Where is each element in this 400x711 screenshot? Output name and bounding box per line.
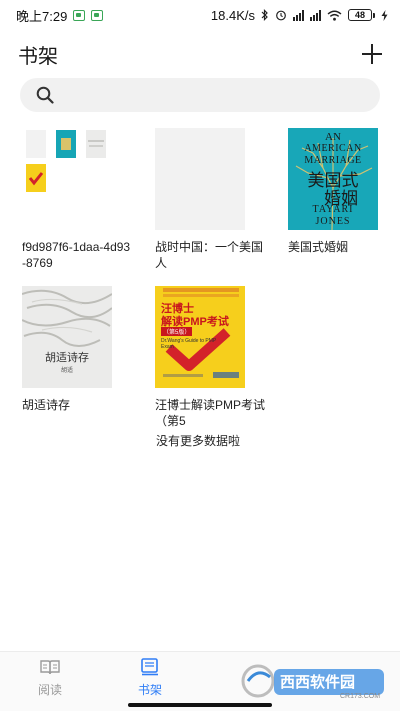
book-title: 战时中国：一个美国人 <box>155 240 264 270</box>
book-cover-american-marriage: AN AMERICAN MARRIAGE 美国式 婚姻 TAYARI JONES <box>288 128 378 230</box>
signal-icon <box>310 9 321 21</box>
wifi-icon <box>327 10 342 21</box>
battery-percent: 48 <box>354 10 365 20</box>
book-cover-poem: 胡适诗存 胡适 <box>22 286 112 388</box>
book-item[interactable]: 汪博士 解读PMP考试 （第5版） Dr.Wang's Guide to PMP… <box>155 286 265 429</box>
book-item[interactable]: 胡适诗存 胡适 胡适诗存 <box>22 286 114 413</box>
cover-subtitle: Dr.Wang's Guide to PMP Exam <box>161 338 217 350</box>
book-title: 胡适诗存 <box>22 398 71 412</box>
book-item[interactable]: 战时中国：一个美国人 <box>155 128 263 271</box>
home-indicator[interactable] <box>128 703 272 707</box>
tab-bookshelf[interactable]: 书架 <box>120 658 180 698</box>
page-title: 书架 <box>18 45 58 68</box>
add-book-button[interactable] <box>360 42 384 66</box>
bluetooth-icon <box>261 9 268 21</box>
book-title: f9d987f6-1daa-4d93-8769 <box>22 240 131 270</box>
cover-author: 胡适 <box>60 368 73 374</box>
tab-label: 书架 <box>137 683 162 697</box>
cover-text: MARRIAGE <box>304 155 362 166</box>
cover-title: 胡适诗存 <box>45 351 89 364</box>
open-book-icon <box>40 658 60 676</box>
bookshelf-icon <box>140 658 160 676</box>
status-bar: 晚上7:29 18.4K/s 48 <box>0 0 400 30</box>
charging-icon <box>381 9 388 21</box>
tab-label: 阅读 <box>37 683 62 697</box>
book-group-cover <box>22 128 112 230</box>
network-speed: 18.4K/s <box>210 7 255 23</box>
app-notification-icon <box>91 9 104 21</box>
cover-text: AMERICAN <box>304 143 362 154</box>
book-item-group[interactable]: f9d987f6-1daa-4d93-8769 <box>22 128 130 271</box>
signal-icon <box>293 9 304 21</box>
app-header: 书架 <box>0 36 400 72</box>
tab-read[interactable]: 阅读 <box>20 658 80 698</box>
cover-text: JONES <box>315 216 351 227</box>
search-bar[interactable] <box>20 78 380 112</box>
battery-icon: 48 <box>348 9 375 21</box>
book-cover-placeholder <box>155 128 245 230</box>
watermark-text: 西西软件园 <box>280 674 356 691</box>
app-notification-icon <box>73 9 86 21</box>
book-title: 汪博士解读PMP考试（第5 <box>155 398 266 428</box>
book-title: 美国式婚姻 <box>288 240 349 254</box>
watermark-logo: 西西软件园 CR173.COM <box>236 659 388 703</box>
alarm-icon <box>276 10 286 21</box>
book-cover-pmp: 汪博士 解读PMP考试 （第5版） Dr.Wang's Guide to PMP… <box>155 286 245 388</box>
cover-text: AN <box>325 131 341 143</box>
watermark-url: CR173.COM <box>340 693 381 700</box>
status-time: 晚上7:29 <box>16 8 68 24</box>
book-item[interactable]: AN AMERICAN MARRIAGE 美国式 婚姻 TAYARI JONES… <box>288 128 380 255</box>
search-input[interactable] <box>62 87 380 103</box>
search-icon <box>36 86 54 104</box>
cover-text: TAYARI <box>312 204 354 215</box>
end-of-list-text: 没有更多数据啦 <box>156 434 241 448</box>
